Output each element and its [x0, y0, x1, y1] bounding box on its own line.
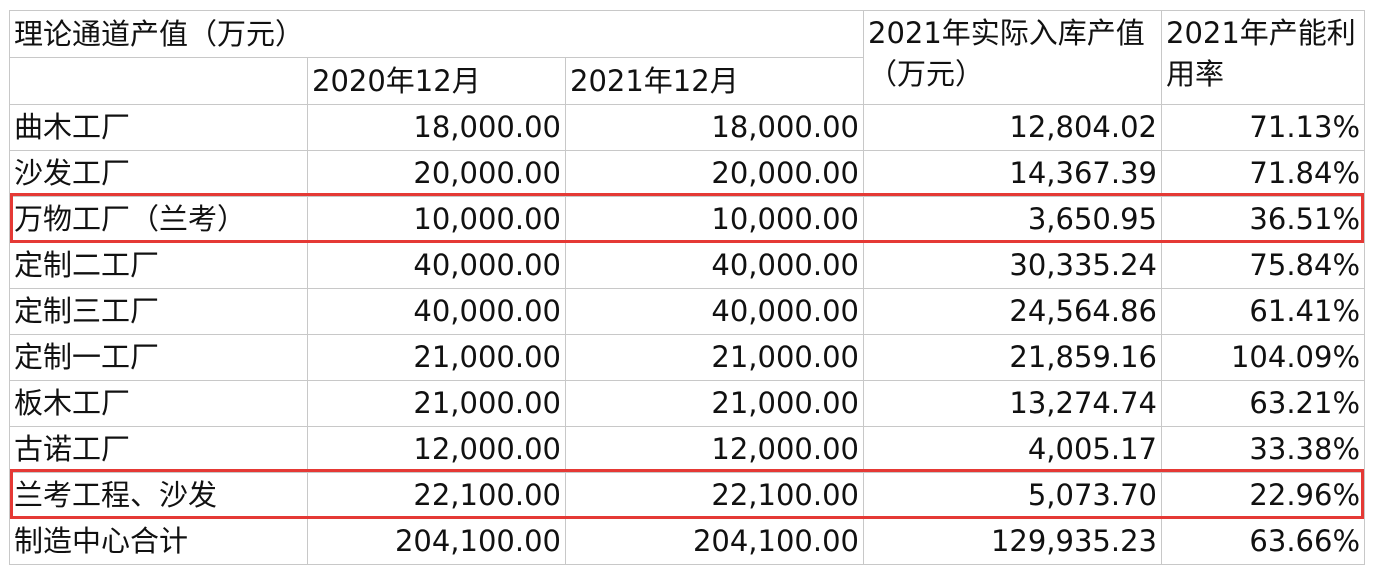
table-row: 万物工厂（兰考） 10,000.00 10,000.00 3,650.95 36… [9, 196, 1365, 243]
cell-2021: 12,000.00 [565, 426, 864, 473]
empty-header-cell [9, 57, 308, 105]
cell-2020: 204,100.00 [307, 518, 566, 565]
cell-2021: 20,000.00 [565, 150, 864, 197]
row-name: 定制三工厂 [9, 288, 308, 335]
table-row: 定制一工厂 21,000.00 21,000.00 21,859.16 104.… [9, 334, 1365, 381]
col-actual-header: 2021年实际入库产值（万元） [863, 10, 1162, 105]
table-row: 沙发工厂 20,000.00 20,000.00 14,367.39 71.84… [9, 150, 1365, 197]
row-name: 曲木工厂 [9, 104, 308, 151]
cell-2021: 40,000.00 [565, 242, 864, 289]
col-2021-header: 2021年12月 [565, 57, 864, 105]
capacity-table: 理论通道产值（万元） 2021年实际入库产值（万元） 2021年产能利用率 20… [9, 10, 1365, 565]
cell-actual: 12,804.02 [863, 104, 1162, 151]
cell-actual: 13,274.74 [863, 380, 1162, 427]
cell-2020: 10,000.00 [307, 196, 566, 243]
cell-util: 75.84% [1161, 242, 1365, 289]
row-name: 制造中心合计 [9, 518, 308, 565]
cell-actual: 21,859.16 [863, 334, 1162, 381]
row-name: 万物工厂（兰考） [9, 196, 308, 243]
cell-2021: 21,000.00 [565, 380, 864, 427]
cell-util: 36.51% [1161, 196, 1365, 243]
cell-util: 33.38% [1161, 426, 1365, 473]
row-name: 定制一工厂 [9, 334, 308, 381]
cell-actual: 129,935.23 [863, 518, 1162, 565]
row-name: 定制二工厂 [9, 242, 308, 289]
cell-util: 63.21% [1161, 380, 1365, 427]
cell-2020: 18,000.00 [307, 104, 566, 151]
cell-2020: 40,000.00 [307, 288, 566, 335]
col-util-header: 2021年产能利用率 [1161, 10, 1365, 105]
cell-2021: 22,100.00 [565, 472, 864, 519]
cell-actual: 14,367.39 [863, 150, 1162, 197]
cell-2021: 204,100.00 [565, 518, 864, 565]
row-name: 沙发工厂 [9, 150, 308, 197]
cell-2020: 20,000.00 [307, 150, 566, 197]
cell-actual: 5,073.70 [863, 472, 1162, 519]
table-row: 古诺工厂 12,000.00 12,000.00 4,005.17 33.38% [9, 426, 1365, 473]
cell-actual: 30,335.24 [863, 242, 1162, 289]
table-row-total: 制造中心合计 204,100.00 204,100.00 129,935.23 … [9, 518, 1365, 565]
row-name: 兰考工程、沙发 [9, 472, 308, 519]
row-name: 板木工厂 [9, 380, 308, 427]
cell-2020: 22,100.00 [307, 472, 566, 519]
table-row: 兰考工程、沙发 22,100.00 22,100.00 5,073.70 22.… [9, 472, 1365, 519]
cell-util: 71.13% [1161, 104, 1365, 151]
cell-actual: 4,005.17 [863, 426, 1162, 473]
col-2020-header: 2020年12月 [307, 57, 566, 105]
cell-util: 104.09% [1161, 334, 1365, 381]
cell-2020: 21,000.00 [307, 380, 566, 427]
table-row: 曲木工厂 18,000.00 18,000.00 12,804.02 71.13… [9, 104, 1365, 151]
table-row: 定制二工厂 40,000.00 40,000.00 30,335.24 75.8… [9, 242, 1365, 289]
header-row-1: 理论通道产值（万元） 2021年实际入库产值（万元） 2021年产能利用率 [9, 10, 1365, 105]
cell-2021: 10,000.00 [565, 196, 864, 243]
group-title: 理论通道产值（万元） [9, 10, 864, 58]
table-row: 板木工厂 21,000.00 21,000.00 13,274.74 63.21… [9, 380, 1365, 427]
cell-util: 61.41% [1161, 288, 1365, 335]
cell-2020: 21,000.00 [307, 334, 566, 381]
cell-2021: 18,000.00 [565, 104, 864, 151]
cell-util: 63.66% [1161, 518, 1365, 565]
cell-util: 71.84% [1161, 150, 1365, 197]
cell-2021: 40,000.00 [565, 288, 864, 335]
cell-actual: 3,650.95 [863, 196, 1162, 243]
table-row: 定制三工厂 40,000.00 40,000.00 24,564.86 61.4… [9, 288, 1365, 335]
cell-util: 22.96% [1161, 472, 1365, 519]
cell-2020: 12,000.00 [307, 426, 566, 473]
row-name: 古诺工厂 [9, 426, 308, 473]
cell-actual: 24,564.86 [863, 288, 1162, 335]
cell-2020: 40,000.00 [307, 242, 566, 289]
cell-2021: 21,000.00 [565, 334, 864, 381]
